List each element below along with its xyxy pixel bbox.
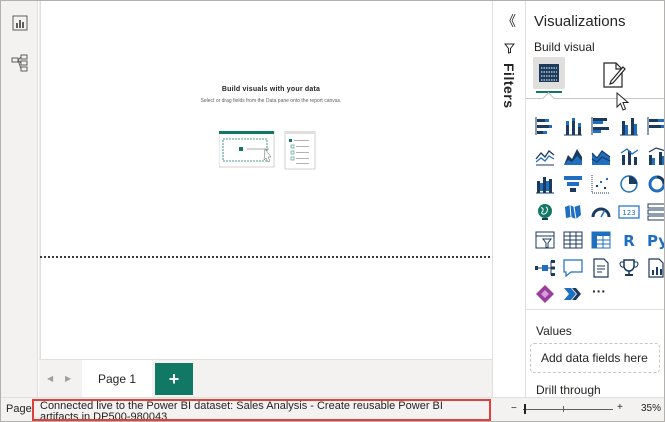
previous-page-button[interactable]: ◀ bbox=[47, 374, 53, 383]
pie-chart-icon[interactable] bbox=[618, 173, 640, 195]
100-stacked-bar-chart-icon[interactable] bbox=[646, 115, 664, 137]
add-page-button[interactable]: + bbox=[155, 363, 193, 395]
scatter-chart-icon[interactable] bbox=[590, 173, 612, 195]
filters-pane: 《 Filters bbox=[492, 1, 526, 397]
filter-icon bbox=[504, 43, 515, 54]
area-chart-icon[interactable] bbox=[562, 145, 584, 167]
card-icon[interactable]: 123 bbox=[618, 201, 640, 223]
svg-text:R: R bbox=[623, 232, 635, 250]
visualizations-pane: Visualizations Build visual 123 R Py ···… bbox=[526, 1, 664, 397]
empty-canvas-message: Build visuals with your data Select or d… bbox=[186, 86, 356, 105]
stacked-column-chart-icon[interactable] bbox=[562, 115, 584, 137]
filters-label[interactable]: Filters bbox=[501, 63, 517, 109]
visualizations-title: Visualizations bbox=[534, 13, 626, 30]
q-and-a-icon[interactable] bbox=[562, 257, 584, 279]
section-separator bbox=[526, 309, 664, 310]
line-and-column-chart-icon[interactable] bbox=[618, 145, 640, 167]
stacked-bar-chart-icon[interactable] bbox=[534, 115, 556, 137]
build-visual-icon bbox=[539, 64, 559, 82]
more-visuals-button[interactable]: ··· bbox=[592, 283, 614, 305]
mouse-cursor-icon bbox=[616, 92, 630, 111]
python-visual-icon[interactable]: Py bbox=[646, 229, 664, 251]
r-visual-icon[interactable]: R bbox=[618, 229, 640, 251]
stacked-area-chart-icon[interactable] bbox=[590, 145, 612, 167]
filled-map-icon[interactable] bbox=[562, 201, 584, 223]
zoom-slider-midpoint bbox=[563, 406, 564, 412]
page-tab[interactable]: Page 1 bbox=[82, 360, 152, 398]
donut-chart-icon[interactable] bbox=[646, 173, 664, 195]
line-chart-icon[interactable] bbox=[534, 145, 556, 167]
smart-narrative-icon[interactable] bbox=[590, 257, 612, 279]
paginated-report-icon[interactable] bbox=[646, 257, 664, 279]
zoom-in-button[interactable]: + bbox=[617, 402, 623, 413]
multi-row-card-icon[interactable] bbox=[646, 201, 664, 223]
next-page-button[interactable]: ▶ bbox=[65, 374, 71, 383]
plus-icon: + bbox=[168, 368, 180, 389]
funnel-chart-icon[interactable] bbox=[562, 173, 584, 195]
gauge-icon[interactable] bbox=[590, 201, 612, 223]
power-automate-icon[interactable] bbox=[562, 283, 584, 305]
zoom-slider-thumb[interactable] bbox=[524, 404, 526, 414]
report-view-button[interactable] bbox=[10, 13, 30, 33]
key-influencers-icon[interactable] bbox=[534, 257, 556, 279]
empty-canvas-title: Build visuals with your data bbox=[221, 86, 321, 93]
svg-text:Py: Py bbox=[647, 232, 664, 250]
status-page-label: Page bbox=[6, 403, 32, 415]
values-dropzone[interactable]: Add data fields here bbox=[530, 343, 660, 373]
line-and-clustered-column-chart-icon[interactable] bbox=[646, 145, 664, 167]
page-tabs-bar: ◀ ▶ Page 1 + bbox=[39, 359, 525, 398]
goals-trophy-icon[interactable] bbox=[618, 257, 640, 279]
report-canvas-area: Build visuals with your data Select or d… bbox=[39, 1, 492, 359]
status-bar: Page Connected live to the Power BI data… bbox=[1, 397, 664, 421]
connection-status-message: Connected live to the Power BI dataset: … bbox=[32, 399, 491, 421]
model-icon bbox=[11, 54, 28, 72]
power-apps-icon[interactable] bbox=[534, 283, 556, 305]
pane-notch bbox=[542, 92, 555, 105]
zoom-control: − + 35% bbox=[501, 402, 664, 418]
zoom-level[interactable]: 35% bbox=[641, 403, 661, 414]
collapse-filters-button[interactable]: 《 bbox=[502, 11, 516, 31]
bar-chart-icon bbox=[12, 15, 28, 31]
matrix-icon[interactable] bbox=[590, 229, 612, 251]
zoom-out-button[interactable]: − bbox=[511, 403, 517, 414]
page-tab-label: Page 1 bbox=[97, 372, 137, 386]
format-visual-icon[interactable] bbox=[601, 61, 627, 89]
ribbon-chart-icon[interactable] bbox=[534, 173, 556, 195]
zoom-slider-track[interactable] bbox=[523, 409, 613, 410]
report-canvas[interactable]: Build visuals with your data Select or d… bbox=[40, 1, 492, 359]
svg-text:123: 123 bbox=[622, 209, 635, 217]
clustered-bar-chart-icon[interactable] bbox=[590, 115, 612, 137]
model-view-button[interactable] bbox=[10, 53, 30, 73]
slicer-icon[interactable] bbox=[534, 229, 556, 251]
page-break-line bbox=[40, 256, 490, 258]
build-visual-tab[interactable] bbox=[533, 57, 565, 89]
empty-canvas-subtitle: Select or drag fields from the Data pane… bbox=[200, 98, 342, 104]
values-label: Values bbox=[536, 324, 572, 338]
clustered-column-chart-icon[interactable] bbox=[618, 115, 640, 137]
left-rail bbox=[1, 1, 38, 397]
globe-map-icon[interactable] bbox=[534, 201, 556, 223]
canvas-illustration bbox=[219, 131, 316, 170]
table-icon[interactable] bbox=[562, 229, 584, 251]
drill-through-label: Drill through bbox=[536, 383, 601, 397]
build-visual-label: Build visual bbox=[534, 40, 595, 54]
